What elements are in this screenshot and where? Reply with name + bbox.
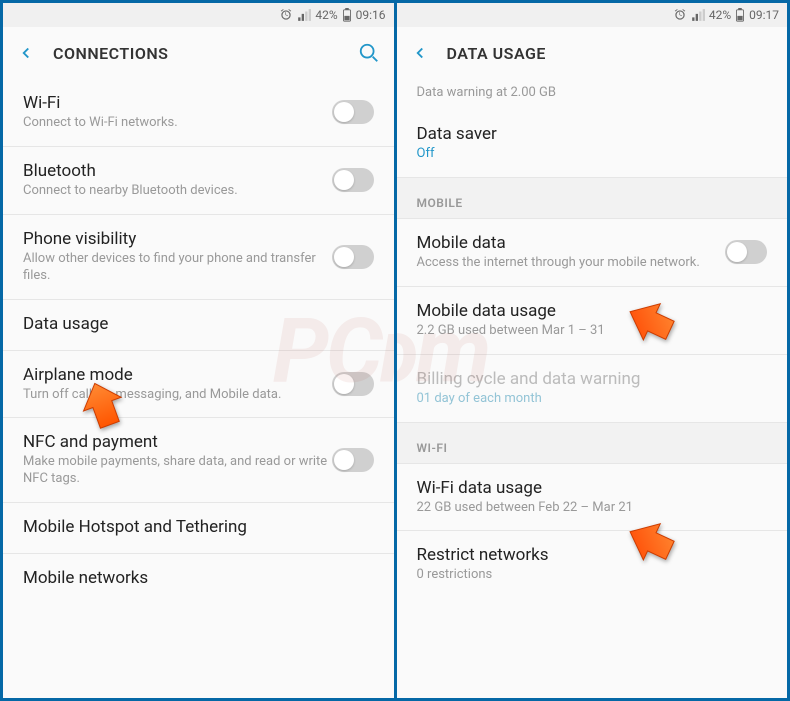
phone-visibility-toggle[interactable] xyxy=(332,245,374,269)
wifi-title: Wi-Fi xyxy=(23,93,332,113)
data-saver-title: Data saver xyxy=(417,124,768,144)
bluetooth-title: Bluetooth xyxy=(23,161,332,181)
wifi-usage-title: Wi-Fi data usage xyxy=(417,478,768,498)
hotspot-item[interactable]: Mobile Hotspot and Tethering xyxy=(3,503,394,554)
alarm-icon xyxy=(279,8,293,22)
phone-visibility-title: Phone visibility xyxy=(23,229,332,249)
wifi-usage-sub: 22 GB used between Feb 22 – Mar 21 xyxy=(417,500,768,517)
alarm-icon xyxy=(673,8,687,22)
bluetooth-item[interactable]: Bluetooth Connect to nearby Bluetooth de… xyxy=(3,147,394,215)
restrict-networks-item[interactable]: Restrict networks 0 restrictions xyxy=(397,531,788,598)
nfc-title: NFC and payment xyxy=(23,432,332,452)
wifi-item[interactable]: Wi-Fi Connect to Wi-Fi networks. xyxy=(3,79,394,147)
header-title: CONNECTIONS xyxy=(53,44,358,63)
mobile-usage-sub: 2.2 GB used between Mar 1 – 31 xyxy=(417,323,768,340)
data-usage-panel: .com 42% 09:17 DATA USAGE Data warning a… xyxy=(397,3,788,698)
header-title: DATA USAGE xyxy=(447,44,774,63)
billing-cycle-item[interactable]: Billing cycle and data warning 01 day of… xyxy=(397,355,788,423)
data-warning: Data warning at 2.00 GB xyxy=(397,79,788,110)
status-bar: 42% 09:17 xyxy=(397,3,788,27)
billing-sub: 01 day of each month xyxy=(417,391,768,408)
billing-title: Billing cycle and data warning xyxy=(417,369,768,389)
back-icon[interactable] xyxy=(17,44,35,62)
bluetooth-toggle[interactable] xyxy=(332,168,374,192)
connections-panel: PCrisk 42% 09:16 CONNECTIONS Wi-Fi Conne… xyxy=(3,3,397,698)
battery-percent: 42% xyxy=(709,8,731,22)
battery-percent: 42% xyxy=(315,8,337,22)
hotspot-title: Mobile Hotspot and Tethering xyxy=(23,517,374,537)
time: 09:16 xyxy=(356,8,386,22)
wifi-data-usage-item[interactable]: Wi-Fi data usage 22 GB used between Feb … xyxy=(397,464,788,532)
header: DATA USAGE xyxy=(397,27,788,79)
nfc-item[interactable]: NFC and payment Make mobile payments, sh… xyxy=(3,418,394,503)
restrict-sub: 0 restrictions xyxy=(417,567,768,584)
phone-visibility-sub: Allow other devices to find your phone a… xyxy=(23,251,332,285)
restrict-title: Restrict networks xyxy=(417,545,768,565)
data-saver-item[interactable]: Data saver Off xyxy=(397,110,788,178)
mobile-networks-title: Mobile networks xyxy=(23,568,374,588)
data-usage-item[interactable]: Data usage xyxy=(3,300,394,351)
time: 09:17 xyxy=(749,8,779,22)
nfc-toggle[interactable] xyxy=(332,448,374,472)
phone-visibility-item[interactable]: Phone visibility Allow other devices to … xyxy=(3,215,394,300)
wifi-toggle[interactable] xyxy=(332,100,374,124)
signal-icon xyxy=(297,8,311,22)
battery-icon xyxy=(342,8,352,22)
search-icon[interactable] xyxy=(358,42,380,64)
nfc-sub: Make mobile payments, share data, and re… xyxy=(23,454,332,488)
mobile-usage-title: Mobile data usage xyxy=(417,301,768,321)
airplane-sub: Turn off calling, messaging, and Mobile … xyxy=(23,387,332,404)
header: CONNECTIONS xyxy=(3,27,394,79)
status-bar: 42% 09:16 xyxy=(3,3,394,27)
bluetooth-sub: Connect to nearby Bluetooth devices. xyxy=(23,183,332,200)
wifi-section-header: WI-FI xyxy=(397,423,788,464)
back-icon[interactable] xyxy=(411,44,429,62)
mobile-data-usage-item[interactable]: Mobile data usage 2.2 GB used between Ma… xyxy=(397,287,788,355)
mobile-networks-item[interactable]: Mobile networks xyxy=(3,554,394,604)
mobile-data-sub: Access the internet through your mobile … xyxy=(417,255,726,272)
airplane-mode-item[interactable]: Airplane mode Turn off calling, messagin… xyxy=(3,351,394,419)
mobile-data-title: Mobile data xyxy=(417,233,726,253)
battery-icon xyxy=(735,8,745,22)
mobile-section-header: MOBILE xyxy=(397,178,788,219)
mobile-data-toggle[interactable] xyxy=(725,240,767,264)
mobile-data-item[interactable]: Mobile data Access the internet through … xyxy=(397,219,788,287)
wifi-sub: Connect to Wi-Fi networks. xyxy=(23,115,332,132)
signal-icon xyxy=(691,8,705,22)
airplane-toggle[interactable] xyxy=(332,372,374,396)
data-usage-title: Data usage xyxy=(23,314,374,334)
data-saver-value: Off xyxy=(417,146,768,163)
airplane-title: Airplane mode xyxy=(23,365,332,385)
